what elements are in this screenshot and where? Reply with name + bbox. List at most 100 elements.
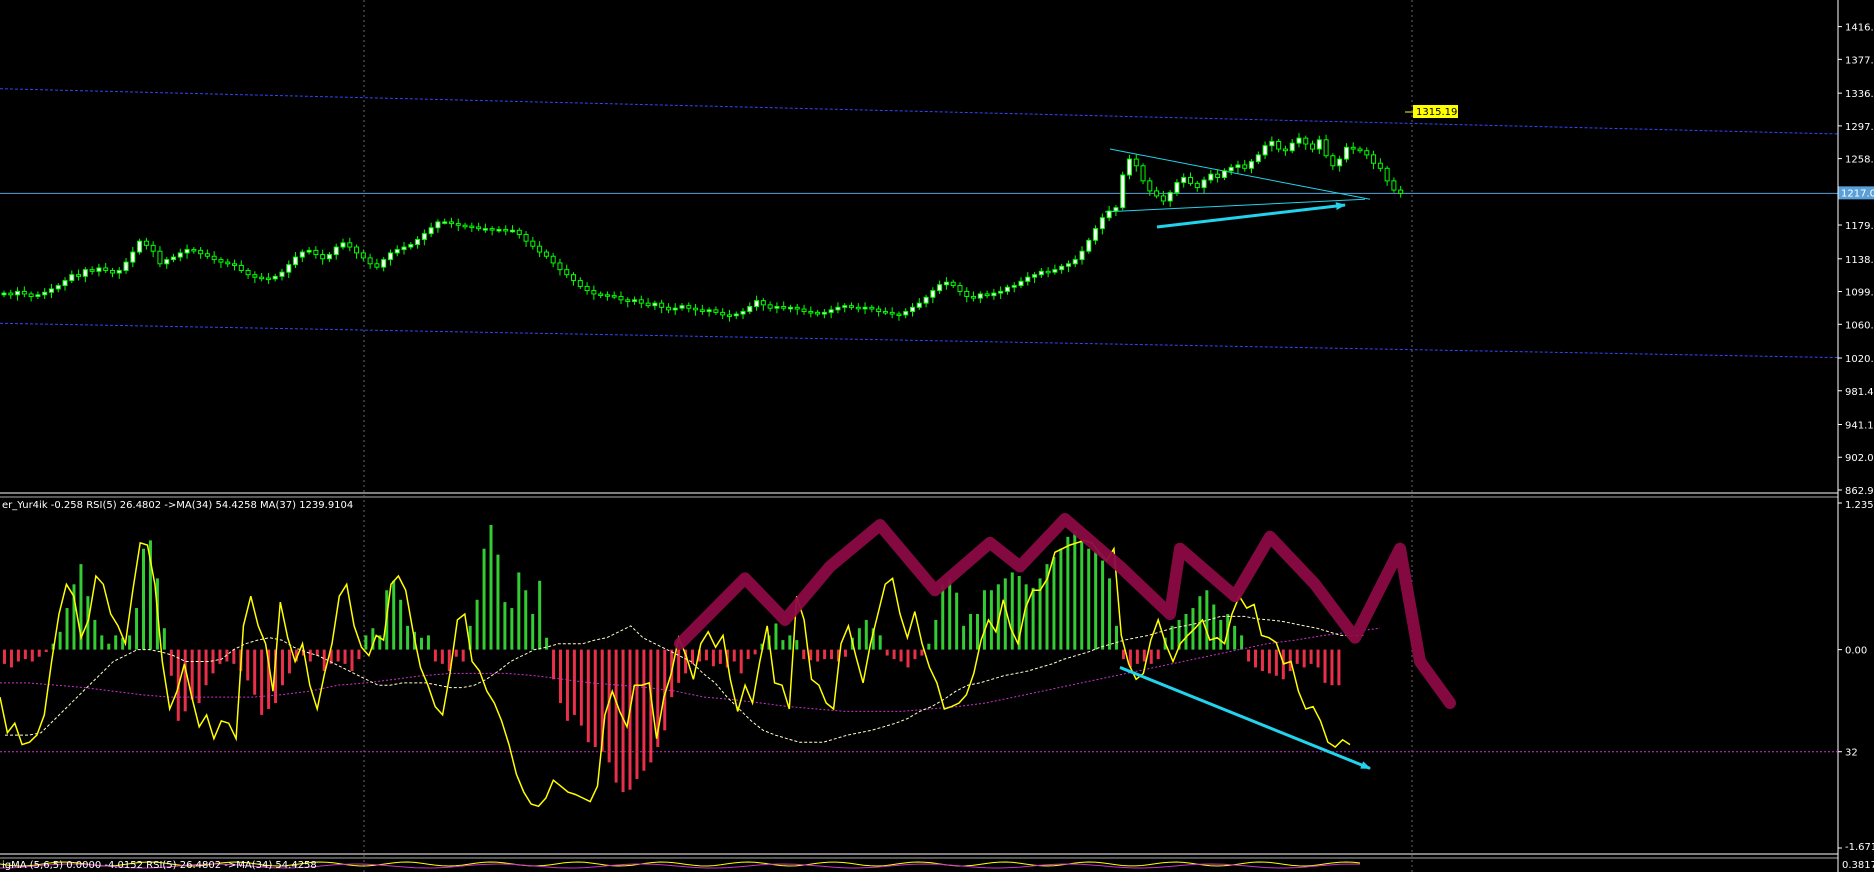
histogram-bar — [1142, 649, 1146, 662]
candle — [137, 238, 143, 255]
candle-body — [313, 249, 319, 256]
histogram-bar — [1156, 649, 1160, 660]
price-tick-label: 902.05 — [1845, 453, 1874, 464]
histogram-bar — [524, 590, 528, 650]
candle-body — [862, 306, 868, 310]
candle-body — [21, 290, 27, 295]
histogram-bar — [614, 649, 618, 783]
price-tick-label: 862.95 — [1845, 486, 1874, 497]
candle-body — [1316, 139, 1322, 150]
histogram-bar — [482, 548, 486, 650]
candle-body — [1276, 140, 1282, 150]
candle-body — [937, 284, 943, 292]
histogram-bar — [1094, 552, 1098, 650]
histogram-bar — [976, 614, 979, 650]
candle-body — [1, 292, 7, 296]
histogram-bar — [1087, 548, 1091, 650]
histogram-bar — [635, 649, 639, 780]
candle-body — [354, 246, 360, 254]
candle-body — [1377, 162, 1383, 169]
candle-body — [720, 311, 726, 316]
candle-body — [218, 259, 224, 263]
chart-background — [0, 0, 1874, 872]
candle-body — [326, 254, 332, 260]
histogram-bar — [128, 635, 132, 650]
candle-body — [1201, 179, 1207, 189]
candle-body — [672, 307, 678, 311]
candle-body — [896, 313, 902, 317]
candle-body — [713, 309, 719, 313]
candle-body — [293, 256, 299, 266]
candle-body — [821, 311, 827, 315]
candle-body — [1188, 177, 1193, 184]
histogram-bar — [420, 637, 423, 650]
candle-body — [516, 229, 522, 235]
histogram-bar — [531, 614, 535, 650]
candle-body — [855, 306, 861, 310]
candle-body — [889, 311, 895, 315]
candle-body — [374, 263, 380, 268]
histogram-bar — [392, 580, 396, 650]
histogram-bar — [1170, 625, 1174, 650]
candle-body — [448, 221, 454, 225]
candle-body — [442, 221, 448, 224]
candle-body — [849, 305, 854, 308]
candle-body — [69, 274, 75, 282]
histogram-bar — [579, 649, 583, 726]
candle-body — [733, 313, 739, 317]
bottom-pane-header: igMA (5,6,5) 0.0000 -4.0152 RSI(5) 26.48… — [2, 860, 317, 871]
histogram-bar — [538, 580, 542, 650]
histogram-bar — [920, 649, 924, 656]
candle-body — [659, 302, 665, 308]
histogram-bar — [955, 592, 959, 650]
histogram-bar — [357, 649, 361, 660]
candle-body — [1032, 274, 1038, 278]
histogram-bar — [23, 649, 27, 660]
candle-body — [360, 252, 366, 259]
histogram-bar — [510, 608, 514, 650]
histogram-bar — [197, 649, 201, 704]
candle-body — [679, 305, 685, 309]
histogram-bar — [1024, 584, 1028, 650]
candle-body — [123, 261, 129, 271]
candle-body — [421, 233, 427, 240]
candle-body — [686, 305, 692, 309]
candle-body — [1310, 143, 1316, 150]
candle-body — [1221, 170, 1227, 179]
candle-body — [699, 309, 705, 313]
histogram-bar — [1121, 649, 1125, 660]
price-tick-label: 1138.95 — [1845, 255, 1874, 266]
histogram-bar — [962, 625, 966, 650]
candle-body — [1242, 164, 1248, 169]
candle-body — [1018, 280, 1024, 287]
candle-body — [754, 300, 760, 308]
candle-body — [740, 311, 746, 315]
histogram-bar — [44, 649, 48, 652]
histogram-bar — [1316, 649, 1320, 668]
indicator-tick-label: -1.671 — [1845, 842, 1874, 853]
candle-body — [977, 293, 983, 299]
candle-body — [611, 295, 617, 298]
price-tick-label: 1099.85 — [1845, 288, 1874, 299]
candle-body — [726, 314, 732, 317]
histogram-bar — [864, 619, 868, 650]
price-tick-label: 1060.75 — [1845, 320, 1874, 331]
candle-body — [882, 311, 888, 314]
histogram-bar — [1302, 649, 1306, 668]
histogram-bar — [1219, 619, 1223, 650]
candle-body — [1086, 239, 1092, 252]
candle — [1140, 163, 1146, 185]
candle-body — [971, 295, 977, 299]
candle-body — [869, 306, 875, 310]
histogram-bar — [1233, 625, 1237, 650]
histogram-bar — [552, 649, 556, 680]
candle-body — [1337, 158, 1343, 167]
candle-body — [238, 264, 244, 271]
candle-body — [137, 240, 143, 253]
candle-body — [462, 224, 468, 228]
histogram-bar — [1295, 649, 1299, 664]
candle-body — [1323, 139, 1329, 157]
candle-body — [394, 249, 400, 254]
candle-body — [645, 302, 651, 307]
candle-body — [625, 299, 631, 302]
